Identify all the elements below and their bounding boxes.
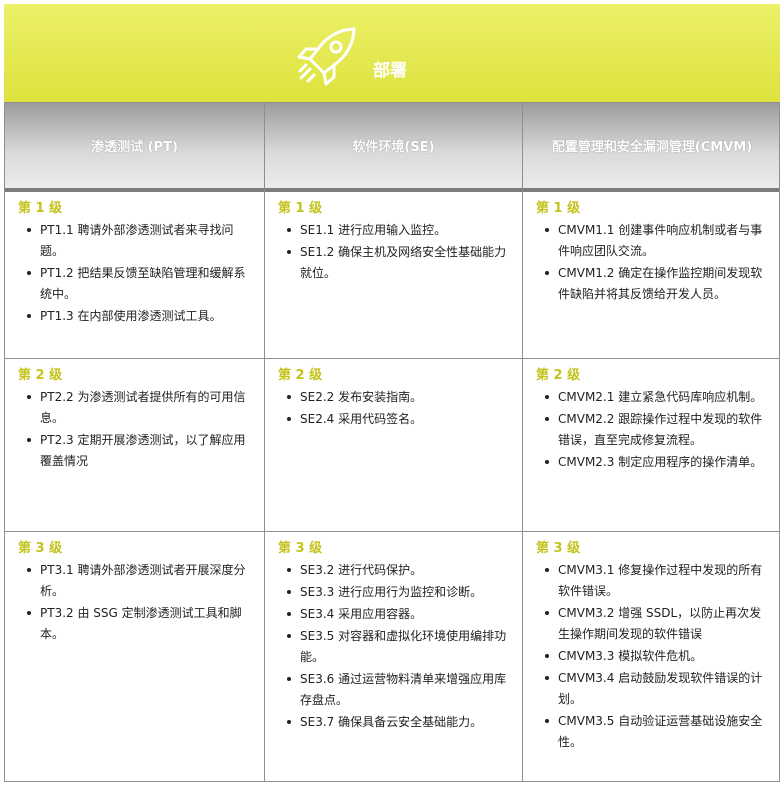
maturity-table: 渗透测试 (PT) 软件环境(SE) 配置管理和安全漏洞管理(CMVM) 第 1…	[4, 102, 780, 782]
table-cell-cmvm-level1: 第 1 级 CMVM1.1 创建事件响应机制或者与事件响应团队交流。 CMVM1…	[523, 192, 781, 358]
list-item: CMVM3.3 模拟软件危机。	[545, 646, 773, 667]
list-item: SE1.1 进行应用输入监控。	[287, 220, 514, 241]
list-item: CMVM3.5 自动验证运营基础设施安全性。	[545, 711, 773, 753]
list-item: CMVM2.1 建立紧急代码库响应机制。	[545, 387, 773, 408]
level-label: 第 1 级	[18, 201, 63, 216]
practice-list: SE3.2 进行代码保护。 SE3.3 进行应用行为监控和诊断。 SE3.4 采…	[278, 560, 514, 733]
column-header-se: 软件环境(SE)	[352, 140, 435, 155]
level-label: 第 2 级	[278, 368, 323, 383]
table-cell-pt-level1: 第 1 级 PT1.1 聘请外部渗透测试者来寻找问题。 PT1.2 把结果反馈至…	[5, 192, 264, 358]
table-cell-cmvm-level3: 第 3 级 CMVM3.1 修复操作过程中发现的所有软件错误。 CMVM3.2 …	[523, 532, 781, 782]
list-item: SE3.5 对容器和虚拟化环境使用编排功能。	[287, 626, 514, 668]
level-label: 第 1 级	[536, 201, 581, 216]
rocket-icon	[297, 27, 356, 86]
level-label: 第 3 级	[536, 541, 581, 556]
list-item: CMVM1.2 确定在操作监控期间发现软件缺陷并将其反馈给开发人员。	[545, 263, 773, 305]
table-cell-pt-level3: 第 3 级 PT3.1 聘请外部渗透测试者开展深度分析。 PT3.2 由 SSG…	[5, 532, 264, 782]
table-cell-se-level3: 第 3 级 SE3.2 进行代码保护。 SE3.3 进行应用行为监控和诊断。 S…	[265, 532, 522, 782]
column-header-pt: 渗透测试 (PT)	[91, 140, 178, 155]
list-item: CMVM1.1 创建事件响应机制或者与事件响应团队交流。	[545, 220, 773, 262]
practice-list: CMVM2.1 建立紧急代码库响应机制。 CMVM2.2 跟踪操作过程中发现的软…	[536, 387, 773, 473]
list-item: PT3.2 由 SSG 定制渗透测试工具和脚本。	[27, 603, 256, 645]
list-item: SE1.2 确保主机及网络安全性基础能力就位。	[287, 242, 514, 284]
practice-list: SE1.1 进行应用输入监控。 SE1.2 确保主机及网络安全性基础能力就位。	[278, 220, 514, 284]
list-item: PT1.3 在内部使用渗透测试工具。	[27, 306, 256, 327]
section-banner: 部署	[4, 4, 780, 102]
table-cell-cmvm-level2: 第 2 级 CMVM2.1 建立紧急代码库响应机制。 CMVM2.2 跟踪操作过…	[523, 359, 781, 531]
practice-list: PT1.1 聘请外部渗透测试者来寻找问题。 PT1.2 把结果反馈至缺陷管理和缓…	[18, 220, 256, 327]
list-item: PT2.3 定期开展渗透测试，以了解应用覆盖情况	[27, 430, 256, 472]
list-item: CMVM3.4 启动鼓励发现软件错误的计划。	[545, 668, 773, 710]
table-cell-se-level2: 第 2 级 SE2.2 发布安装指南。 SE2.4 采用代码签名。	[265, 359, 522, 531]
banner-title: 部署	[373, 61, 407, 81]
table-cell-pt-level2: 第 2 级 PT2.2 为渗透测试者提供所有的可用信息。 PT2.3 定期开展渗…	[5, 359, 264, 531]
list-item: CMVM3.2 增强 SSDL，以防止再次发生操作期间发现的软件错误	[545, 603, 773, 645]
level-label: 第 3 级	[278, 541, 323, 556]
practice-list: CMVM3.1 修复操作过程中发现的所有软件错误。 CMVM3.2 增强 SSD…	[536, 560, 773, 753]
list-item: PT1.2 把结果反馈至缺陷管理和缓解系统中。	[27, 263, 256, 305]
list-item: PT3.1 聘请外部渗透测试者开展深度分析。	[27, 560, 256, 602]
level-label: 第 1 级	[278, 201, 323, 216]
list-item: CMVM2.2 跟踪操作过程中发现的软件错误，直至完成修复流程。	[545, 409, 773, 451]
practice-list: PT3.1 聘请外部渗透测试者开展深度分析。 PT3.2 由 SSG 定制渗透测…	[18, 560, 256, 645]
level-label: 第 2 级	[18, 368, 63, 383]
page: 部署 渗透测试 (PT) 软件环境(SE) 配置管理和安全漏洞管理(CMVM) …	[0, 0, 783, 785]
list-item: SE2.4 采用代码签名。	[287, 409, 514, 430]
level-label: 第 3 级	[18, 541, 63, 556]
list-item: SE3.4 采用应用容器。	[287, 604, 514, 625]
list-item: SE3.3 进行应用行为监控和诊断。	[287, 582, 514, 603]
list-item: SE2.2 发布安装指南。	[287, 387, 514, 408]
list-item: CMVM3.1 修复操作过程中发现的所有软件错误。	[545, 560, 773, 602]
list-item: SE3.2 进行代码保护。	[287, 560, 514, 581]
practice-list: PT2.2 为渗透测试者提供所有的可用信息。 PT2.3 定期开展渗透测试，以了…	[18, 387, 256, 472]
table-cell-se-level1: 第 1 级 SE1.1 进行应用输入监控。 SE1.2 确保主机及网络安全性基础…	[265, 192, 522, 358]
list-item: SE3.6 通过运营物料清单来增强应用库存盘点。	[287, 669, 514, 711]
list-item: CMVM2.3 制定应用程序的操作清单。	[545, 452, 773, 473]
practice-list: SE2.2 发布安装指南。 SE2.4 采用代码签名。	[278, 387, 514, 430]
level-label: 第 2 级	[536, 368, 581, 383]
practice-list: CMVM1.1 创建事件响应机制或者与事件响应团队交流。 CMVM1.2 确定在…	[536, 220, 773, 305]
list-item: SE3.7 确保具备云安全基础能力。	[287, 712, 514, 733]
column-header-cmvm: 配置管理和安全漏洞管理(CMVM)	[551, 140, 753, 155]
list-item: PT1.1 聘请外部渗透测试者来寻找问题。	[27, 220, 256, 262]
list-item: PT2.2 为渗透测试者提供所有的可用信息。	[27, 387, 256, 429]
